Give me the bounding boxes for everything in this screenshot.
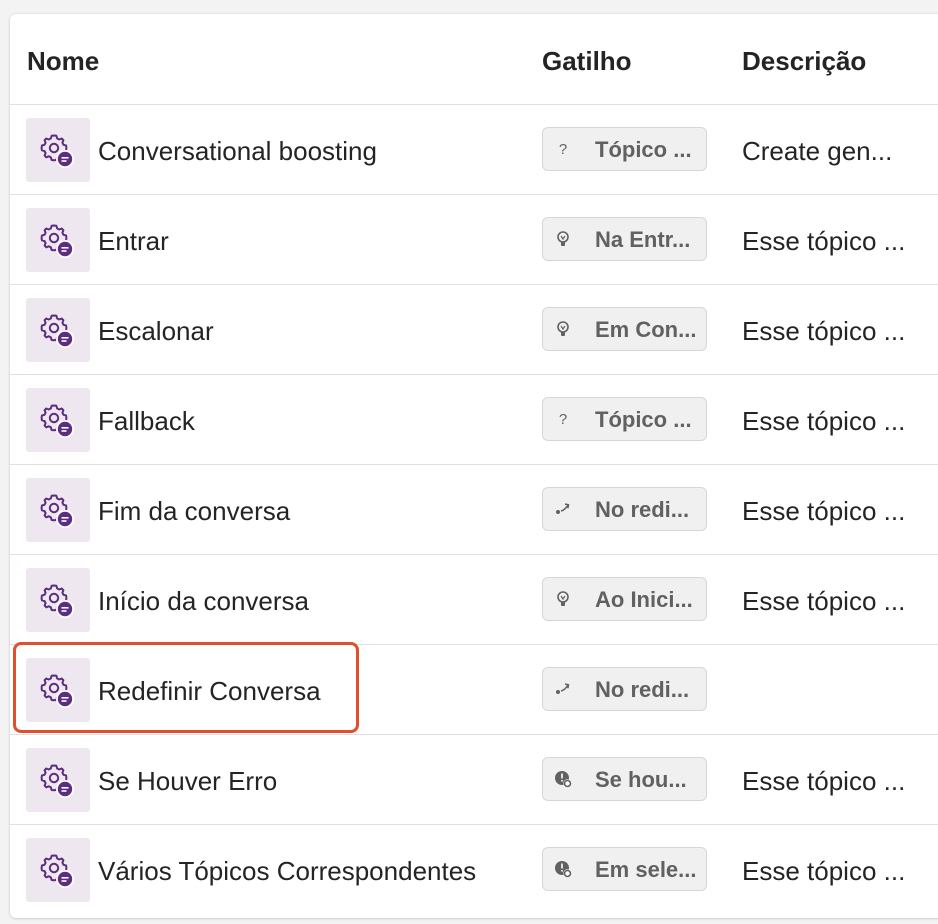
- table-row[interactable]: Escalonar Em Con... Esse tópico ...: [10, 285, 938, 375]
- topic-name[interactable]: Redefinir Conversa: [98, 645, 321, 734]
- trigger-chip[interactable]: Em sele...: [542, 847, 707, 891]
- topic-description: Esse tópico ...: [742, 586, 906, 616]
- trigger-chip[interactable]: Em Con...: [542, 307, 707, 351]
- trigger-chip[interactable]: ? Tópico ...: [542, 397, 707, 441]
- topic-icon: [26, 658, 90, 722]
- topic-name[interactable]: Se Houver Erro: [98, 735, 277, 824]
- gear-chat-icon: [40, 314, 75, 348]
- topic-name[interactable]: Fallback: [98, 375, 195, 464]
- lightbulb-icon: [557, 591, 569, 606]
- topic-name[interactable]: Início da conversa: [98, 555, 309, 644]
- svg-text:?: ?: [559, 141, 567, 158]
- trigger-label: Em sele...: [595, 857, 697, 882]
- topic-icon: [26, 208, 90, 272]
- trigger-chip[interactable]: Ao Inici...: [542, 577, 707, 621]
- question-icon: ?: [559, 141, 567, 158]
- topic-icon: [26, 388, 90, 452]
- topics-table: Nome Gatilho Descrição Conversational bo…: [10, 14, 938, 918]
- column-header-trigger[interactable]: Gatilho: [542, 14, 632, 104]
- gear-chat-icon: [40, 584, 75, 618]
- trigger-label: Ao Inici...: [595, 587, 693, 612]
- topic-description: Esse tópico ...: [742, 496, 906, 526]
- gear-chat-icon: [40, 674, 75, 708]
- topic-description: Esse tópico ...: [742, 316, 906, 346]
- topic-name[interactable]: Vários Tópicos Correspondentes: [98, 825, 476, 914]
- trigger-chip[interactable]: Se hou...: [542, 757, 707, 801]
- topic-name[interactable]: Escalonar: [98, 285, 214, 374]
- trigger-label: Na Entr...: [595, 227, 691, 252]
- trigger-chip[interactable]: ? Tópico ...: [542, 127, 707, 171]
- topic-icon: [26, 478, 90, 542]
- topic-description: Esse tópico ...: [742, 856, 906, 886]
- table-row[interactable]: Conversational boosting? Tópico ... Create…: [10, 105, 938, 195]
- lightbulb-icon: [557, 321, 569, 336]
- trigger-label: Tópico ...: [595, 407, 692, 432]
- column-header-description[interactable]: Descrição: [742, 14, 866, 104]
- table-row[interactable]: Vários Tópicos Correspondentes Em sele...…: [10, 825, 938, 914]
- gear-chat-icon: [40, 224, 75, 258]
- question-icon: ?: [559, 411, 567, 428]
- gear-chat-icon: [40, 134, 75, 168]
- table-row[interactable]: Fim da conversa No redi... Esse tópico ...: [10, 465, 938, 555]
- table-body: Conversational boosting? Tópico ... Create…: [10, 105, 938, 914]
- topic-icon: [26, 748, 90, 812]
- gear-chat-icon: [40, 404, 75, 438]
- topic-description: Esse tópico ...: [742, 766, 906, 796]
- redirect-icon: [556, 503, 570, 514]
- svg-text:?: ?: [559, 411, 567, 428]
- trigger-chip[interactable]: No redi...: [542, 487, 707, 531]
- lightbulb-icon: [557, 231, 569, 246]
- topic-icon: [26, 298, 90, 362]
- topic-icon: [26, 568, 90, 632]
- gear-chat-icon: [40, 854, 75, 888]
- table-row[interactable]: Fallback? Tópico ... Esse tópico ...: [10, 375, 938, 465]
- gear-chat-icon: [40, 764, 75, 798]
- topic-description: Create gen...: [742, 136, 893, 166]
- topic-description: Esse tópico ...: [742, 226, 906, 256]
- topic-icon: [26, 838, 90, 902]
- column-header-name[interactable]: Nome: [27, 14, 99, 104]
- table-row[interactable]: Início da conversa Ao Inici... Esse tópico…: [10, 555, 938, 645]
- table-header: Nome Gatilho Descrição: [10, 14, 938, 105]
- error-gear-icon: [555, 771, 572, 788]
- trigger-chip[interactable]: No redi...: [542, 667, 707, 711]
- table-row[interactable]: Redefinir Conversa No redi...: [10, 645, 938, 735]
- topic-description: Esse tópico ...: [742, 406, 906, 436]
- trigger-label: No redi...: [595, 497, 690, 522]
- topic-name[interactable]: Conversational boosting: [98, 105, 377, 194]
- error-gear-icon: [555, 861, 572, 878]
- table-row[interactable]: Entrar Na Entr... Esse tópico ...: [10, 195, 938, 285]
- trigger-chip[interactable]: Na Entr...: [542, 217, 707, 261]
- gear-chat-icon: [40, 494, 75, 528]
- topic-name[interactable]: Entrar: [98, 195, 169, 284]
- topic-icon: [26, 118, 90, 182]
- trigger-label: Se hou...: [595, 767, 687, 792]
- trigger-label: Em Con...: [595, 317, 697, 342]
- trigger-label: Tópico ...: [595, 137, 692, 162]
- table-row[interactable]: Se Houver Erro Se hou... Esse tópico ...: [10, 735, 938, 825]
- trigger-label: No redi...: [595, 677, 690, 702]
- redirect-icon: [556, 683, 570, 694]
- topic-name[interactable]: Fim da conversa: [98, 465, 290, 554]
